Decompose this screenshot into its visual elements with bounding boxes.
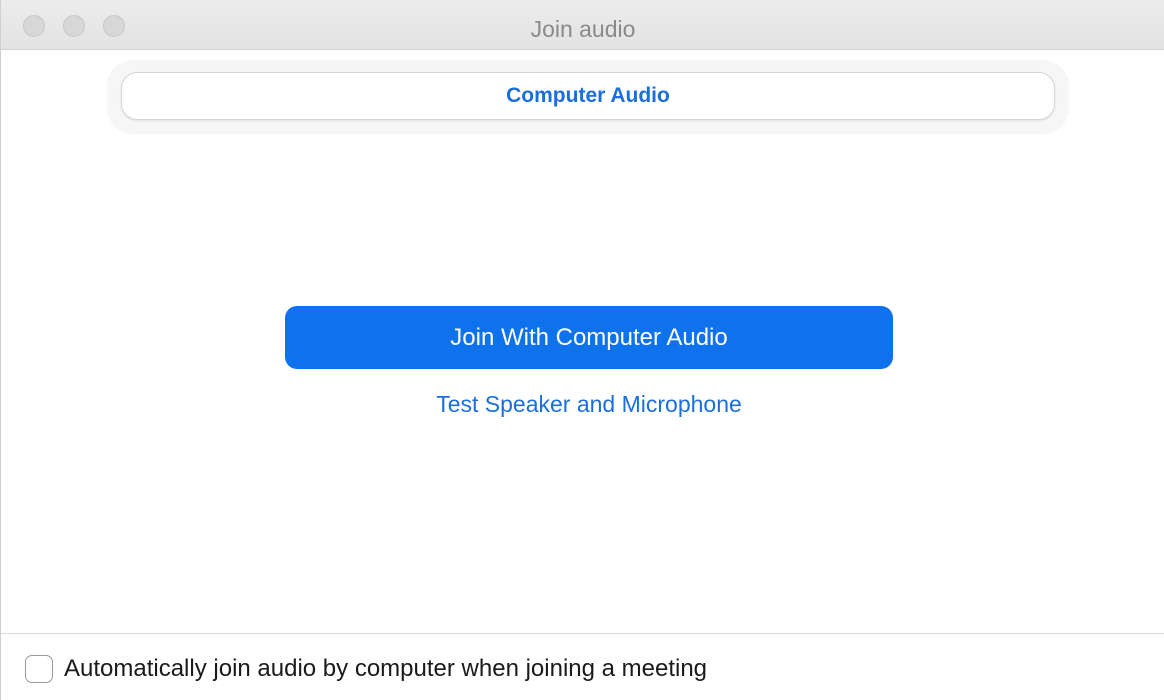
tab-computer-audio[interactable]: Computer Audio	[121, 72, 1055, 120]
auto-join-label[interactable]: Automatically join audio by computer whe…	[64, 655, 707, 683]
footer-divider	[1, 633, 1164, 634]
title-bar: Join audio	[1, 0, 1164, 50]
join-audio-window: Join audio Computer Audio Join With Comp…	[0, 0, 1164, 700]
join-with-computer-audio-button[interactable]: Join With Computer Audio	[285, 306, 893, 369]
auto-join-checkbox[interactable]	[25, 655, 53, 683]
test-speaker-microphone-link[interactable]: Test Speaker and Microphone	[285, 391, 893, 418]
auto-join-option: Automatically join audio by computer whe…	[25, 652, 707, 686]
window-title: Join audio	[530, 16, 636, 42]
